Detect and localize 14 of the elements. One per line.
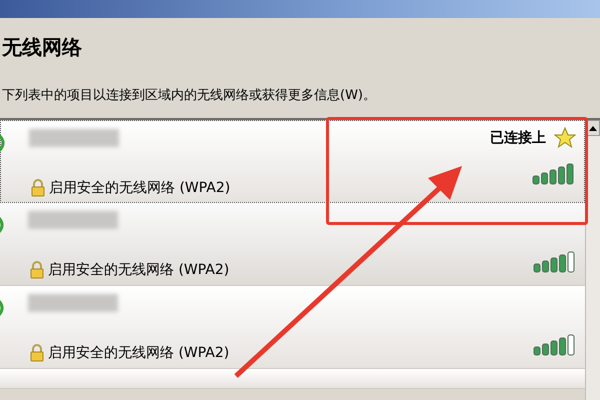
scroll-bar[interactable]	[585, 120, 600, 400]
network-item[interactable]: 已连接上 启用安全的无线网络 (WPA2)	[0, 120, 586, 203]
security-text: 启用安全的无线网络 (WPA2)	[48, 344, 230, 362]
padlock-icon	[31, 179, 45, 197]
up-arrow-icon	[589, 126, 597, 130]
security-text: 启用安全的无线网络 (WPA2)	[48, 261, 230, 279]
network-item[interactable]: 启用安全的无线网络 (WPA2)	[0, 203, 586, 286]
page-heading: 无线网络	[2, 34, 83, 61]
network-item[interactable]: 启用安全的无线网络 (WPA2)	[0, 286, 586, 369]
security-text: 启用安全的无线网络 (WPA2)	[49, 179, 230, 197]
padlock-icon	[30, 344, 44, 362]
description-text: 下列表中的项目以连接到区域内的无线网络或获得更多信息(W)。	[2, 87, 377, 105]
status-text: 已连接上	[490, 129, 546, 147]
padlock-icon	[30, 261, 44, 279]
